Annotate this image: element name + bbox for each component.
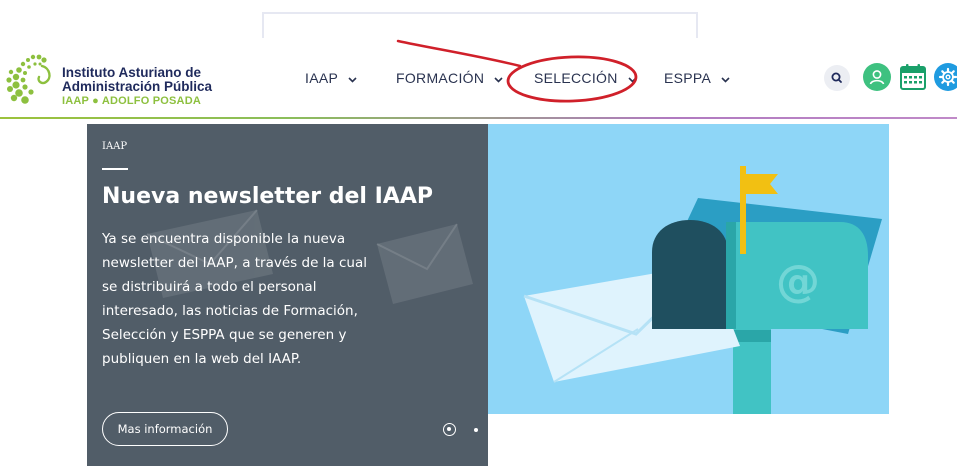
tag-underline [102, 168, 128, 170]
chevron-down-icon [494, 77, 504, 83]
chevron-down-icon [628, 77, 637, 83]
hero-description: Ya se encuentra disponible la nueva news… [102, 231, 367, 367]
mailbox-illustration: @ [523, 166, 882, 414]
hero-text-panel: IAAP Nueva newsletter del IAAP Ya se enc… [87, 124, 488, 466]
nav-item-formacion[interactable]: FORMACIÓN [396, 70, 504, 86]
hero-carousel: IAAP Nueva newsletter del IAAP Ya se enc… [87, 124, 889, 466]
user-button[interactable] [863, 63, 891, 91]
chevron-down-icon [721, 77, 730, 83]
more-info-button[interactable]: Mas información [102, 412, 228, 446]
hero-title: Nueva newsletter del IAAP [102, 184, 433, 209]
search-icon [831, 72, 842, 83]
nav-item-seleccion[interactable]: SELECCIÓN [534, 70, 637, 86]
calendar-button[interactable] [898, 62, 928, 92]
logo-text[interactable]: Instituto Asturiano de Administración Pú… [62, 66, 212, 108]
svg-text:@: @ [776, 256, 820, 307]
nav-item-label: FORMACIÓN [396, 70, 485, 86]
user-icon [869, 70, 885, 85]
nav-item-label: ESPPA [664, 70, 711, 86]
nav-item-label: IAAP [305, 70, 338, 86]
hero-illustration-panel: @ [488, 124, 889, 414]
search-button[interactable] [824, 65, 850, 91]
logo-line-1: Instituto Asturiano de [62, 65, 201, 80]
carousel-dot[interactable] [474, 428, 478, 432]
header-divider [0, 117, 957, 119]
calendar-icon [900, 64, 926, 90]
hero-tag: IAAP [102, 141, 128, 152]
logo-line-3: IAAP ● ADOLFO POSADA [62, 95, 201, 107]
chevron-down-icon [348, 77, 357, 83]
hero-spacer [488, 414, 889, 466]
settings-button[interactable] [934, 63, 957, 91]
logo-line-2: Administración Pública [62, 79, 213, 94]
carousel-dot-active[interactable] [443, 423, 456, 436]
iaap-logo[interactable] [6, 52, 58, 108]
gear-icon [938, 67, 957, 87]
nav-item-iaap[interactable]: IAAP [305, 70, 357, 86]
nav-item-label: SELECCIÓN [534, 70, 618, 86]
nav-item-esppa[interactable]: ESPPA [664, 70, 730, 86]
site-header: Instituto Asturiano de Administración Pú… [0, 38, 957, 118]
